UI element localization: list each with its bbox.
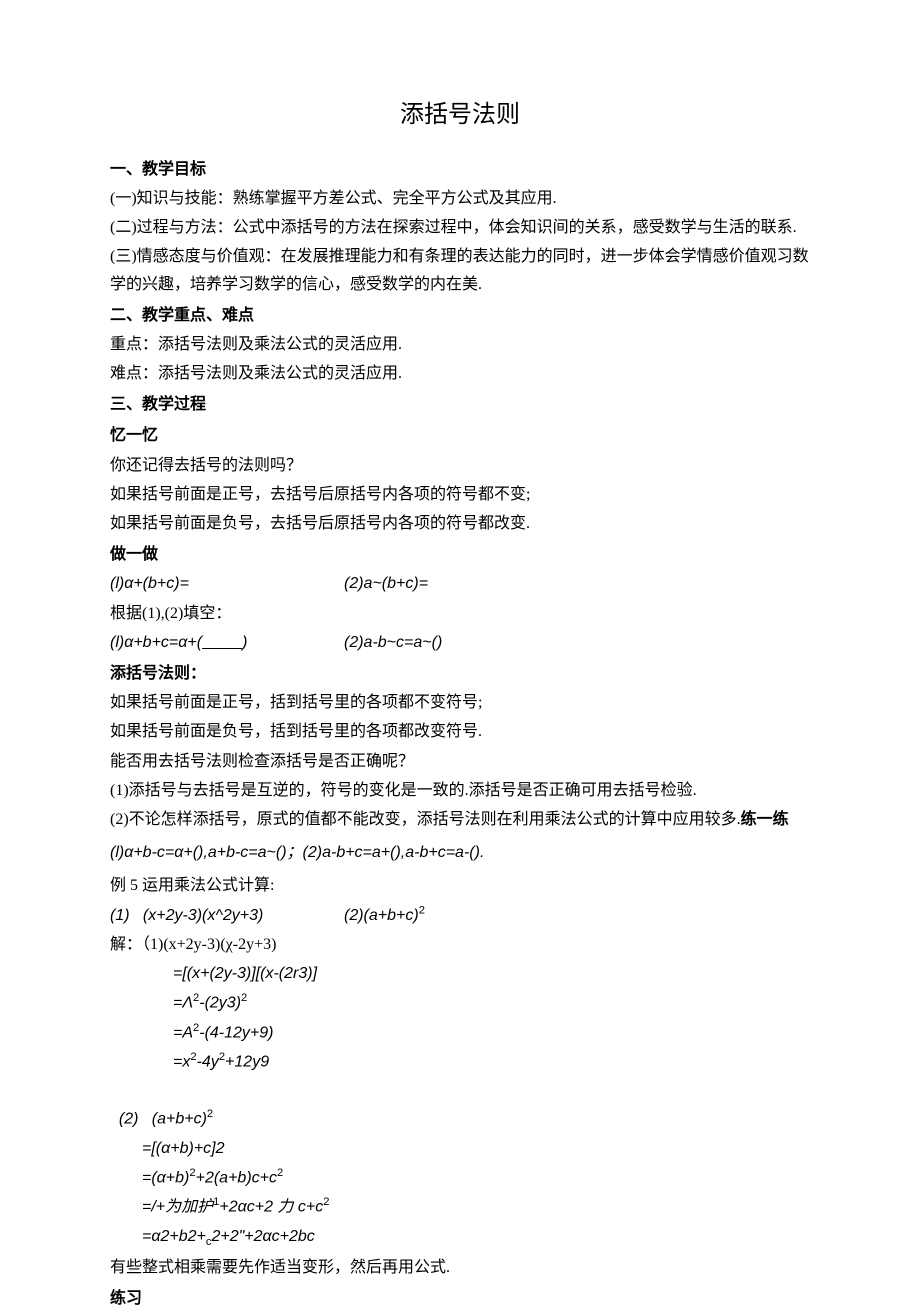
eq1a: (l)α+(b+c)= xyxy=(110,570,340,597)
ex5-2: (2) (a+b+c)2 xyxy=(110,1078,810,1133)
s3-p3: 如果括号前面是负号，去括号后原括号内各项的符号都改变. xyxy=(110,510,810,537)
s3-p7: 能否用去括号法则检查添括号是否正确呢？ xyxy=(110,748,810,775)
s2-p2: 难点：添括号法则及乘法公式的灵活应用. xyxy=(110,360,810,387)
s1-p3: (三)情感态度与价值观：在发展推理能力和有条理的表达能力的同时，进一步体会学情感… xyxy=(110,243,810,297)
s3-p9: (2)不论怎样添括号，原式的值都不能改变，添括号法则在利用乘法公式的计算中应用较… xyxy=(110,806,810,833)
ex5-row1: (1) (x+2y-3)(x^2y+3) (2)(a+b+c)2 xyxy=(110,901,810,929)
s1-p1: (一)知识与技能：熟练掌握平方差公式、完全平方公式及其应用. xyxy=(110,185,810,212)
s3-p10: 有些整式相乘需要先作适当变形，然后再用公式. xyxy=(110,1254,810,1281)
eq3: (l)α+b-c=α+(),a+b-c=a~()；(2)a-b+c=a+(),a… xyxy=(110,839,810,866)
s3-p9a: (2)不论怎样添括号，原式的值都不能改变，添括号法则在利用乘法公式的计算中应用较… xyxy=(110,811,741,828)
s3-p2: 如果括号前面是正号，去括号后原括号内各项的符号都不变; xyxy=(110,481,810,508)
sub-do: 做一做 xyxy=(110,541,810,568)
solution-line2: =Λ2-(2y3)2 xyxy=(110,989,810,1017)
eq2a-wrap: (l)α+b+c=α+( ) xyxy=(110,629,340,656)
sol2-line1: =[(α+b)+c]2 xyxy=(110,1135,810,1162)
sub-exercise: 练习 xyxy=(110,1285,810,1312)
sol2-line2: =(α+b)2+2(a+b)c+c2 xyxy=(110,1164,810,1192)
s3-p6: 如果括号前面是负号，括到括号里的各项都改变符号. xyxy=(110,718,810,745)
section2-heading: 二、教学重点、难点 xyxy=(110,302,810,329)
eq1b: (2)a~(b+c)= xyxy=(344,575,428,592)
section3-heading: 三、教学过程 xyxy=(110,391,810,418)
s2-p1: 重点：添括号法则及乘法公式的灵活应用. xyxy=(110,331,810,358)
sub-rule: 添括号法则： xyxy=(110,660,810,687)
solution-line4: =x2-4y2+12y9 xyxy=(110,1048,810,1076)
s3-p1: 你还记得去括号的法则吗？ xyxy=(110,452,810,479)
ex5-1b: (2)(a+b+c)2 xyxy=(344,907,425,924)
sol2-line3: =/+为加护1+2αc+2 力 c+c2 xyxy=(110,1193,810,1221)
example5: 例 5 运用乘法公式计算: xyxy=(110,872,810,899)
s3-p4: 根据(1),(2)填空： xyxy=(110,600,810,627)
eq2a: (l)α+b+c=α+( xyxy=(110,634,202,651)
s3-p8: (1)添括号与去括号是互逆的，符号的变化是一致的.添括号是否正确可用去括号检验. xyxy=(110,777,810,804)
section1-heading: 一、教学目标 xyxy=(110,156,810,183)
solution-line1: =[(x+(2y-3)][(x-(2r3)] xyxy=(110,960,810,987)
eq-row-1: (l)α+(b+c)= (2)a~(b+c)= xyxy=(110,570,810,597)
eq2b: (2)a-b~c=a~() xyxy=(344,634,442,651)
solution-line3: =A2-(4-12y+9) xyxy=(110,1019,810,1047)
solution-line0: 解：（1)(x+2y-3)(χ-2y+3) xyxy=(110,931,810,958)
sub-practice: 练一练 xyxy=(741,811,789,828)
s1-p2: (二)过程与方法：公式中添括号的方法在探索过程中，体会知识间的关系，感受数学与生… xyxy=(110,214,810,241)
ex5-1a: (1) (x+2y-3)(x^2y+3) xyxy=(110,902,340,929)
blank xyxy=(202,634,242,651)
eq2a-end: ) xyxy=(242,634,247,651)
s3-p5: 如果括号前面是正号，括到括号里的各项都不变符号; xyxy=(110,689,810,716)
eq-row-2: (l)α+b+c=α+( ) (2)a-b~c=a~() xyxy=(110,629,810,656)
page-title: 添括号法则 xyxy=(110,95,810,136)
sol2-line4: =α2+b2+c2+2"+2αc+2bc xyxy=(110,1223,810,1252)
sub-recall: 忆一忆 xyxy=(110,422,810,449)
